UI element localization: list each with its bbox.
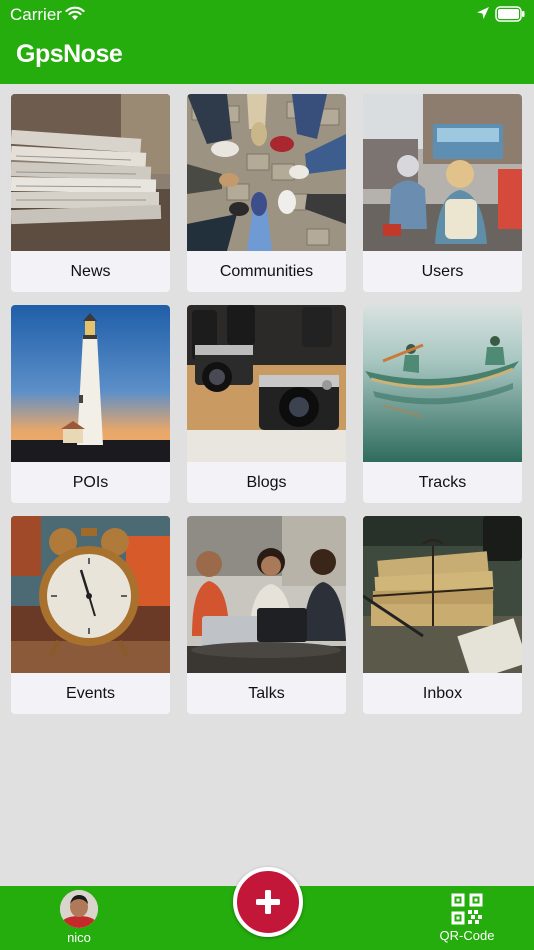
tile-events[interactable]: Events — [11, 516, 170, 714]
people-laptops-photo — [187, 516, 346, 673]
tile-label: Talks — [248, 685, 285, 702]
wifi-icon — [65, 6, 85, 20]
qr-code-icon — [451, 893, 483, 925]
qr-code-label: QR-Code — [439, 928, 495, 943]
cameras-photo — [187, 305, 346, 462]
lighthouse-photo — [11, 305, 170, 462]
avatar — [60, 890, 98, 928]
qr-code-button[interactable]: QR-Code — [434, 893, 500, 943]
plus-icon — [256, 890, 280, 914]
menu-grid: News Communities Users POIs Blogs Tracks… — [11, 94, 522, 714]
tile-tracks[interactable]: Tracks — [363, 305, 522, 503]
feet-circle-photo — [187, 94, 346, 251]
tile-inbox[interactable]: Inbox — [363, 516, 522, 714]
tile-blogs[interactable]: Blogs — [187, 305, 346, 503]
battery-icon — [495, 6, 525, 22]
tile-label: Users — [421, 263, 464, 280]
tile-news[interactable]: News — [11, 94, 170, 292]
carrier-label: Carrier — [10, 5, 62, 24]
tile-label: Blogs — [246, 474, 287, 491]
tile-label: Communities — [219, 263, 314, 280]
tile-label: Inbox — [422, 685, 463, 702]
tile-communities[interactable]: Communities — [187, 94, 346, 292]
tile-label: News — [70, 263, 111, 280]
profile-name: nico — [67, 930, 91, 945]
letters-bundle-photo — [363, 516, 522, 673]
tile-talks[interactable]: Talks — [187, 516, 346, 714]
tile-label: Events — [66, 685, 115, 702]
tile-label: Tracks — [418, 474, 467, 491]
location-arrow-icon — [477, 7, 489, 19]
add-button[interactable] — [233, 867, 303, 937]
canoe-photo — [363, 305, 522, 462]
tile-users[interactable]: Users — [363, 94, 522, 292]
app-title: GpsNose — [16, 40, 123, 68]
tile-pois[interactable]: POIs — [11, 305, 170, 503]
newspaper-photo — [11, 94, 170, 251]
tile-label: POIs — [72, 474, 109, 491]
scooter-street-photo — [363, 94, 522, 251]
status-bar: Carrier — [0, 0, 534, 30]
alarm-clock-photo — [11, 516, 170, 673]
profile-button[interactable]: nico — [58, 890, 100, 945]
